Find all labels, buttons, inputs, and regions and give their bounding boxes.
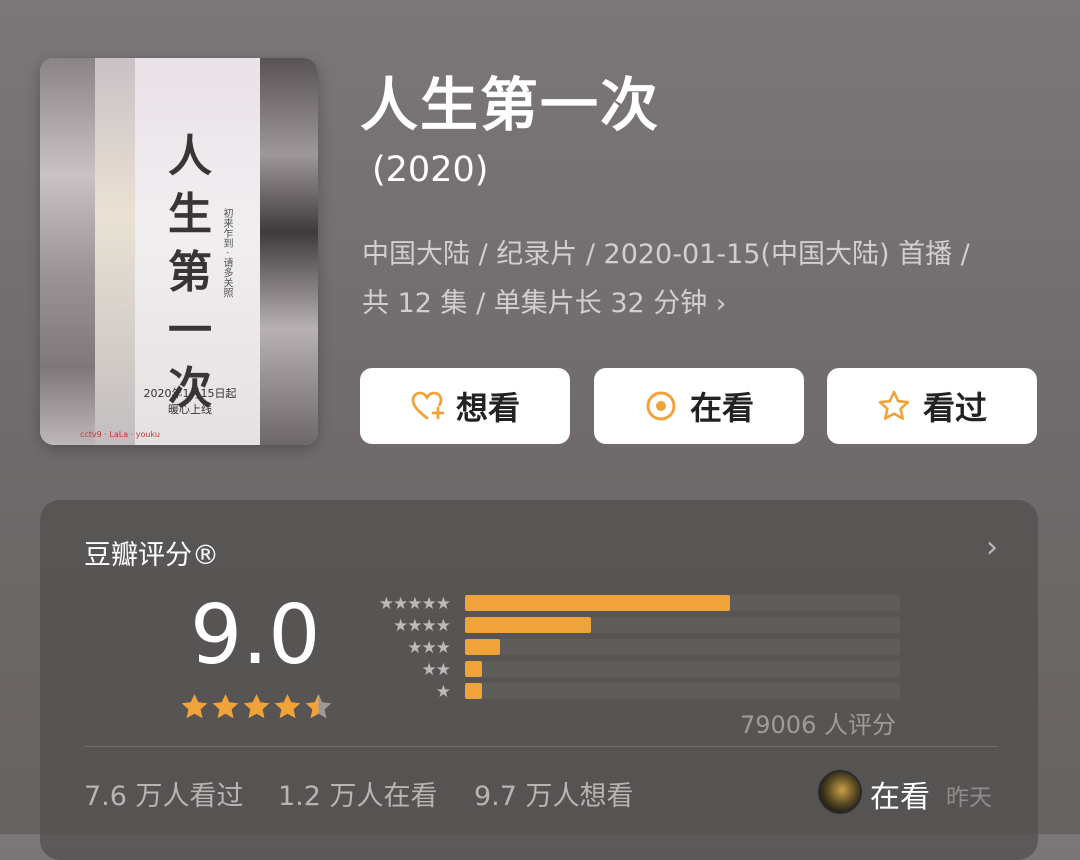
poster-title: 人生第一次 xyxy=(168,131,212,414)
rating-heading: 豆瓣评分® xyxy=(84,540,219,571)
dist-bar-1 xyxy=(465,683,900,699)
rating-star-icon xyxy=(181,694,208,719)
poster-subtitle: 初来乍到 · 请多关照 xyxy=(221,208,232,298)
movie-year: (2020) xyxy=(372,150,489,190)
meta-line-1: 中国大陆 / 纪录片 / 2020-01-15(中国大陆) 首播 / xyxy=(362,239,970,270)
dist-bar-4 xyxy=(465,617,900,633)
poster-photo-strip-left xyxy=(40,58,95,445)
meta-chevron-icon: › xyxy=(715,289,727,319)
rating-card[interactable]: 豆瓣评分® › 9.0 ★★★★★ ★★★★ ★★★ ★★ ★ 79006 人评… xyxy=(40,500,1038,860)
dist-bar-fill-5 xyxy=(465,595,731,611)
rating-count: 79006 人评分 xyxy=(740,711,896,739)
meta-line-2-text: 共 12 集 / 单集片长 32 分钟 xyxy=(362,288,708,319)
user-status-label: 在看 xyxy=(870,780,930,815)
movie-title: 人生第一次 xyxy=(360,71,661,139)
dist-label-2: ★★ xyxy=(421,660,452,680)
dist-bar-3 xyxy=(465,639,900,655)
card-divider xyxy=(84,746,998,747)
want-to-watch-label: 想看 xyxy=(455,389,520,427)
rating-star-icon xyxy=(243,694,270,719)
dist-bar-2 xyxy=(465,661,900,677)
movie-meta[interactable]: 中国大陆 / 纪录片 / 2020-01-15(中国大陆) 首播 / 共 12 … xyxy=(362,230,1052,329)
target-icon xyxy=(646,391,676,421)
meta-line-2: 共 12 集 / 单集片长 32 分钟 › xyxy=(362,279,1052,329)
dist-bar-fill-3 xyxy=(465,639,500,655)
rating-star-icon xyxy=(274,694,301,719)
star-outline-icon xyxy=(878,390,910,420)
stat-watching[interactable]: 1.2 万人在看 xyxy=(278,774,438,813)
dist-label-4: ★★★★ xyxy=(393,616,451,636)
dist-label-1: ★ xyxy=(435,682,451,702)
poster-logos: cctv9 · LaLa · youku xyxy=(80,430,160,439)
rating-score: 9.0 xyxy=(190,588,321,683)
movie-poster[interactable]: 人生第一次 初来乍到 · 请多关照 2020年1月15日起 暖心上线 cctv9… xyxy=(40,58,318,445)
poster-release-note: 暖心上线 xyxy=(168,403,212,416)
rating-star-icon xyxy=(305,694,332,719)
rating-star-icon xyxy=(212,694,239,719)
dist-bar-fill-2 xyxy=(465,661,483,677)
watching-button[interactable]: 在看 xyxy=(594,368,804,444)
user-status-time: 昨天 xyxy=(946,785,992,811)
poster-release-text: 2020年1月15日起 暖心上线 xyxy=(110,386,270,418)
rating-stars xyxy=(180,692,333,721)
watched-button[interactable]: 看过 xyxy=(827,368,1037,444)
watched-label: 看过 xyxy=(922,389,987,427)
dist-label-3: ★★★ xyxy=(407,638,451,658)
user-avatar[interactable] xyxy=(818,770,862,814)
want-to-watch-button[interactable]: 想看 xyxy=(360,368,570,444)
dist-bar-fill-4 xyxy=(465,617,592,633)
dist-label-5: ★★★★★ xyxy=(378,594,451,614)
dist-bar-fill-1 xyxy=(465,683,483,699)
watching-label: 在看 xyxy=(689,389,754,427)
heart-plus-icon xyxy=(411,391,444,420)
stat-watched[interactable]: 7.6 万人看过 xyxy=(84,774,244,813)
dist-bar-5 xyxy=(465,595,900,611)
stat-want[interactable]: 9.7 万人想看 xyxy=(474,774,634,813)
poster-release-date: 2020年1月15日起 xyxy=(143,387,237,400)
rating-chevron-icon[interactable]: › xyxy=(986,530,998,565)
